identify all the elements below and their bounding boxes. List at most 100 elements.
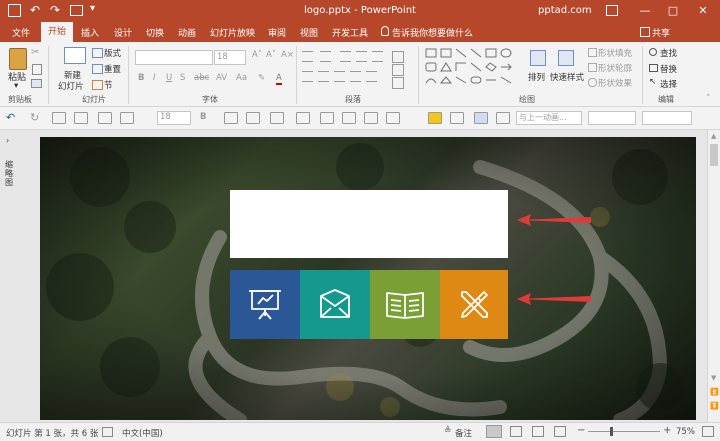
zoom-slider-thumb[interactable] <box>610 427 613 436</box>
italic-icon[interactable]: I <box>153 73 156 83</box>
align-right-icon[interactable] <box>334 71 345 82</box>
tab-view[interactable]: 视图 <box>300 26 318 39</box>
zoom-out-icon[interactable]: − <box>577 425 585 436</box>
undo-icon[interactable]: ↶ <box>6 111 15 124</box>
grow-font-icon[interactable]: A˄ <box>252 50 262 60</box>
reading-view-icon[interactable] <box>532 426 544 437</box>
scroll-up-icon[interactable]: ▲ <box>711 132 716 140</box>
delay-spinner[interactable] <box>642 111 692 125</box>
arrange-tool-icon[interactable] <box>496 112 510 124</box>
fit-slide-icon[interactable] <box>702 426 714 437</box>
zoom-slider-track[interactable] <box>588 431 660 432</box>
section-button[interactable]: 节 <box>104 79 113 91</box>
chart-tool-icon[interactable] <box>364 112 378 124</box>
scroll-down-icon[interactable]: ▼ <box>711 374 716 382</box>
share-icon[interactable] <box>640 27 650 37</box>
tile-mail[interactable] <box>300 270 370 339</box>
tab-developer[interactable]: 开发工具 <box>332 26 368 39</box>
layout-button[interactable]: 版式 <box>104 47 121 59</box>
duration-spinner[interactable] <box>588 111 636 125</box>
tab-insert[interactable]: 插入 <box>81 26 99 39</box>
numbering-icon[interactable] <box>320 51 331 62</box>
columns-icon[interactable] <box>366 71 377 82</box>
align-text-icon[interactable] <box>392 64 404 76</box>
reset-button[interactable]: 重置 <box>104 63 121 75</box>
layout-tool-icon[interactable] <box>474 112 488 124</box>
shape-effects-button[interactable]: 形状效果 <box>598 77 632 89</box>
copy-icon[interactable] <box>32 64 42 75</box>
thumbnail-pane-expand-icon[interactable]: › <box>6 136 9 145</box>
scroll-thumb[interactable] <box>710 144 718 166</box>
notes-button[interactable]: 备注 <box>455 427 472 439</box>
slide-canvas[interactable] <box>40 137 696 420</box>
tab-slideshow[interactable]: 幻灯片放映 <box>210 26 255 39</box>
clear-format-icon[interactable]: A⨯ <box>281 50 294 60</box>
tile-presentation[interactable] <box>230 270 300 339</box>
shape-fill-tool-icon[interactable] <box>52 112 66 124</box>
textbox-tool-icon[interactable] <box>98 112 112 124</box>
tell-me-search[interactable]: 告诉我你想要做什么 <box>392 26 473 39</box>
tab-home[interactable]: 开始 <box>41 22 74 42</box>
find-button[interactable]: 查找 <box>660 47 677 59</box>
quick-styles-icon[interactable] <box>558 50 574 66</box>
section-icon[interactable] <box>92 80 103 90</box>
highlight-icon[interactable]: ✎ <box>258 73 265 83</box>
prev-slide-icon[interactable]: ⏫ <box>710 388 719 396</box>
shape-fill-button[interactable]: 形状填充 <box>598 47 632 59</box>
char-spacing-icon[interactable]: AV <box>216 73 227 83</box>
tab-review[interactable]: 审阅 <box>268 26 286 39</box>
shapes-gallery[interactable] <box>424 47 518 89</box>
paste-dropdown-icon[interactable]: ▾ <box>14 81 18 91</box>
justify-icon[interactable] <box>350 71 361 82</box>
tile-book[interactable] <box>370 270 440 339</box>
cut-icon[interactable]: ✂ <box>31 47 39 58</box>
share-button[interactable]: 共享 <box>652 26 670 39</box>
maximize-button[interactable]: □ <box>664 3 682 19</box>
repeat-icon[interactable]: ↻ <box>30 111 39 124</box>
align-left-icon[interactable] <box>302 71 313 82</box>
fill-color-tool-icon[interactable] <box>428 112 442 124</box>
align-tool-icon[interactable] <box>224 112 238 124</box>
replace-button[interactable]: 替换 <box>660 63 677 75</box>
font-color-icon[interactable]: A <box>276 73 282 85</box>
bullets-tool-icon[interactable] <box>296 112 310 124</box>
tab-design[interactable]: 设计 <box>114 26 132 39</box>
thumbnail-pane-collapsed[interactable]: 缩略图 › <box>0 130 20 422</box>
bullets-icon[interactable] <box>302 51 313 62</box>
next-slide-icon[interactable]: ⏬ <box>710 402 719 410</box>
new-slide-label-2[interactable]: 幻灯片 <box>58 80 84 92</box>
select-button[interactable]: 选择 <box>660 78 677 90</box>
quick-styles-button[interactable]: 快速样式 <box>550 71 584 83</box>
gear-tool-icon[interactable] <box>386 112 400 124</box>
table-tool-icon[interactable] <box>342 112 356 124</box>
numbering-tool-icon[interactable] <box>270 112 284 124</box>
spellcheck-icon[interactable] <box>102 427 113 437</box>
font-name-combobox[interactable] <box>135 50 213 65</box>
smartart-icon[interactable] <box>392 77 404 89</box>
zoom-level[interactable]: 75% <box>676 427 695 437</box>
shrink-font-icon[interactable]: A˅ <box>266 50 276 60</box>
align-center-icon[interactable] <box>318 71 329 82</box>
ribbon-display-options-icon[interactable] <box>606 5 618 16</box>
picture-tool-icon[interactable] <box>120 112 134 124</box>
line-spacing-icon[interactable] <box>372 51 383 62</box>
normal-view-icon[interactable] <box>486 425 502 438</box>
arrange-icon[interactable] <box>530 50 546 66</box>
find-icon[interactable] <box>649 48 657 56</box>
strikethrough-icon[interactable]: abc <box>194 73 209 83</box>
text-direction-icon[interactable] <box>392 51 404 63</box>
language-indicator[interactable]: 中文(中国) <box>122 427 163 439</box>
change-case-icon[interactable]: Aa <box>236 73 247 83</box>
format-painter-icon[interactable] <box>31 79 42 88</box>
replace-icon[interactable] <box>649 64 658 72</box>
tab-transitions[interactable]: 切换 <box>146 26 164 39</box>
vertical-scrollbar[interactable]: ▲ ▼ ⏫ ⏬ <box>707 130 720 422</box>
clipboard-icon[interactable] <box>9 48 27 70</box>
tab-file[interactable]: 文件 <box>12 26 30 39</box>
close-button[interactable]: ✕ <box>694 3 712 19</box>
thumbnail-pane-label[interactable]: 缩略图 <box>5 160 15 187</box>
format-painter-tool-icon[interactable] <box>74 112 88 124</box>
layout-icon[interactable] <box>92 48 103 58</box>
increase-indent-icon[interactable] <box>356 51 367 62</box>
tab-animations[interactable]: 动画 <box>178 26 196 39</box>
